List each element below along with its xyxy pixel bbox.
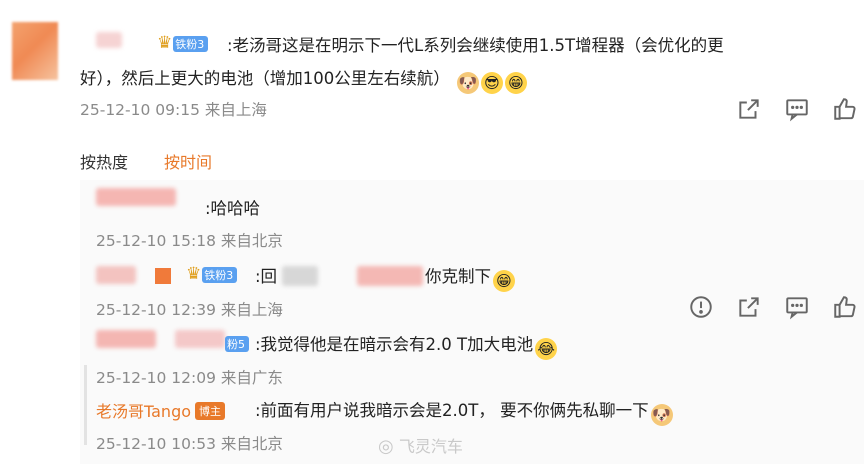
crown-icon: ♛ bbox=[186, 264, 202, 284]
reply-author-name[interactable]: 老汤哥Tango bbox=[96, 402, 191, 421]
mentioned-user-blurred[interactable] bbox=[357, 266, 423, 286]
reply-text: :我觉得他是在暗示会有2.0 T加大电池 😂 bbox=[255, 331, 558, 360]
reply-avatar-square bbox=[155, 268, 171, 284]
comment-timestamp: 25-12-10 09:15 bbox=[80, 101, 200, 119]
reply-text-content: :我觉得他是在暗示会有2.0 T加大电池 bbox=[255, 335, 534, 354]
reply-location: 来自上海 bbox=[220, 301, 283, 319]
fan-badge: 粉5 bbox=[225, 333, 249, 352]
reply-meta: 25-12-10 10:53 来自北京 bbox=[96, 432, 283, 454]
watermark: ◎ 飞灵汽车 bbox=[378, 433, 463, 457]
weibo-logo-icon: ◎ bbox=[378, 436, 394, 457]
fan-level-badge: 铁粉3 bbox=[173, 36, 209, 52]
reply-thread-bar bbox=[84, 365, 87, 445]
laugh-cry-emoji-icon: 😂 bbox=[535, 338, 558, 360]
username-blurred[interactable] bbox=[96, 32, 122, 48]
comment-icon[interactable] bbox=[784, 96, 810, 122]
reply-text-prefix: :回 bbox=[255, 267, 278, 286]
reply-username-blurred[interactable] bbox=[175, 330, 225, 348]
doge-emoji-icon: 🐶 bbox=[650, 404, 673, 426]
like-icon[interactable] bbox=[832, 294, 858, 320]
author-reply-header: 老汤哥Tango 博主 bbox=[96, 398, 226, 422]
reply-location: 来自北京 bbox=[220, 232, 283, 250]
grin-emoji-icon: 😁 bbox=[505, 72, 527, 94]
reply-timestamp: 25-12-10 10:53 bbox=[96, 435, 216, 453]
watermark-text: 飞灵汽车 bbox=[398, 437, 463, 456]
reply-username-blurred[interactable] bbox=[96, 188, 176, 206]
fan-badge: ♛ 铁粉3 bbox=[186, 264, 238, 284]
reply-text: :哈哈哈 bbox=[205, 199, 261, 218]
reply-text: :前面有用户说我暗示会是2.0T， 要不你俩先私聊一下 🐶 bbox=[255, 397, 673, 426]
reply-text-suffix: 你克制下 😁 bbox=[425, 263, 515, 292]
comment-text-line1: :老汤哥这是在明示下一代L系列会继续使用1.5T增程器（会优化的更 bbox=[227, 36, 724, 55]
avatar[interactable] bbox=[12, 22, 58, 80]
comment-meta: 25-12-10 09:15 来自上海 bbox=[80, 98, 267, 120]
reply-meta: 25-12-10 12:39 来自上海 bbox=[96, 298, 283, 320]
reply-username-blurred[interactable] bbox=[96, 330, 156, 348]
comment-icon[interactable] bbox=[784, 294, 810, 320]
sort-by-hot-tab[interactable]: 按热度 bbox=[80, 149, 128, 173]
blogger-tag: 博主 bbox=[195, 402, 226, 420]
reply-location: 来自广东 bbox=[220, 369, 283, 387]
reply-meta: 25-12-10 12:09 来自广东 bbox=[96, 366, 283, 388]
fan-level-badge: 粉5 bbox=[225, 336, 249, 352]
reply-timestamp: 25-12-10 12:09 bbox=[96, 369, 216, 387]
sort-by-time-tab[interactable]: 按时间 bbox=[164, 149, 212, 173]
reply-timestamp: 25-12-10 12:39 bbox=[96, 301, 216, 319]
reply-timestamp: 25-12-10 15:18 bbox=[96, 232, 216, 250]
mentioned-user-blurred[interactable] bbox=[282, 266, 318, 286]
share-icon[interactable] bbox=[736, 294, 762, 320]
comment-text-line2: 好），然后上更大的电池（增加100公里左右续航） 🐶 😎 😁 bbox=[80, 65, 527, 94]
comment-location: 来自上海 bbox=[204, 101, 267, 119]
reply-text-suffix-content: 你克制下 bbox=[425, 267, 491, 286]
share-icon[interactable] bbox=[736, 96, 762, 122]
comment-text-line2-content: 好），然后上更大的电池（增加100公里左右续航） bbox=[80, 69, 450, 88]
reply-meta: 25-12-10 15:18 来自北京 bbox=[96, 229, 283, 251]
reply-location: 来自北京 bbox=[220, 435, 283, 453]
reply-text-content: :前面有用户说我暗示会是2.0T， 要不你俩先私聊一下 bbox=[255, 401, 649, 420]
fan-level-badge: 铁粉3 bbox=[202, 267, 238, 283]
like-icon[interactable] bbox=[832, 96, 858, 122]
reply-username-blurred[interactable] bbox=[96, 266, 136, 284]
grin-emoji-icon: 😁 bbox=[493, 270, 515, 292]
fan-badge: ♛ 铁粉3 bbox=[157, 33, 209, 53]
crown-icon: ♛ bbox=[157, 33, 173, 53]
doge-emoji-icon: 🐶 bbox=[457, 72, 479, 94]
report-icon[interactable] bbox=[688, 294, 714, 320]
sunglasses-emoji-icon: 😎 bbox=[481, 72, 503, 94]
